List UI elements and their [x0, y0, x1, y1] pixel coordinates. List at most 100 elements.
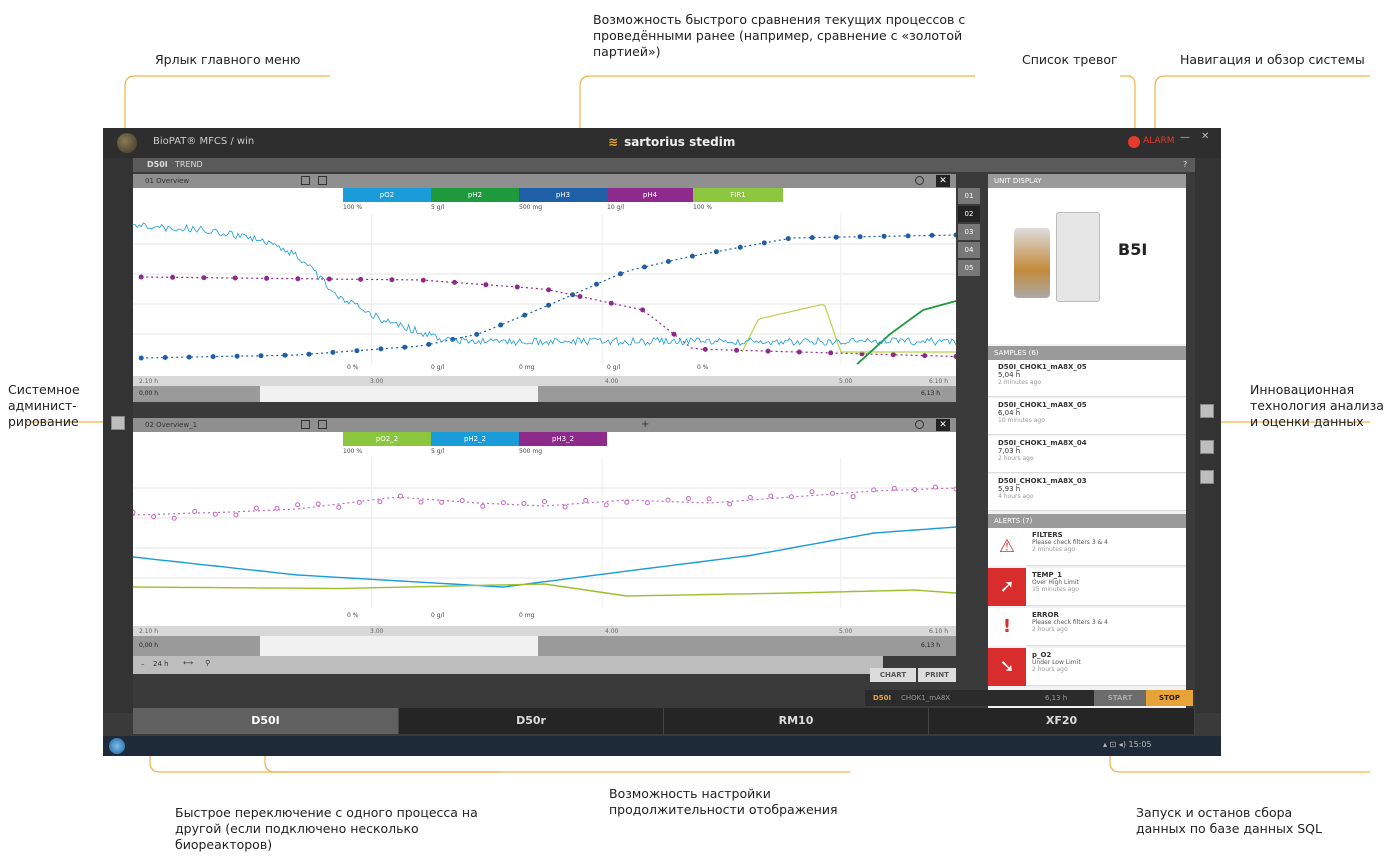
time-tick: 4.00	[605, 378, 618, 385]
legend-chip[interactable]: pH2_2	[431, 432, 519, 446]
brand-mark-icon: ≋	[608, 135, 618, 149]
sample-item[interactable]: D50I_CHOK1_mA8X_05 6,04 h 10 minutes ago	[988, 398, 1186, 435]
navigator-window[interactable]	[260, 636, 538, 656]
legend-unit: 5 g/l	[431, 448, 444, 455]
data-point	[515, 285, 519, 289]
data-point	[810, 236, 814, 240]
duration-value[interactable]: 24 h	[153, 660, 169, 668]
close-button[interactable]: ✕	[1201, 131, 1209, 142]
data-point	[359, 277, 363, 281]
data-point	[440, 500, 444, 504]
sample-item[interactable]: D50I_CHOK1_mA8X_03 5,93 h4 hours ago	[988, 474, 1186, 511]
chart-2-plot[interactable]	[133, 458, 956, 618]
annotation-sql-line: Запуск и останов сбора	[1136, 805, 1322, 821]
process-tab[interactable]: D50I	[133, 708, 399, 734]
legend-chip[interactable]: pH3_2	[519, 432, 607, 446]
data-point	[789, 495, 793, 499]
data-point	[786, 237, 790, 241]
alert-item[interactable]: ➚ TEMP_1 Over High Limit 15 minutes ago	[988, 568, 1186, 606]
save-icon[interactable]	[301, 176, 310, 185]
alert-item[interactable]: ⚠ FILTERS Please check filters 3 & 42 minu…	[988, 528, 1186, 566]
process-tabs: D50I D50r RM10 XF20	[133, 708, 1195, 734]
chart-1-close-button[interactable]: ✕	[936, 175, 950, 187]
time-tick: 5.00	[839, 378, 852, 385]
annotation-navigation: Навигация и обзор системы	[1180, 52, 1365, 68]
chart-2-zero-labels: 0 % 0 g/l 0 mg	[133, 612, 956, 622]
batch-tab[interactable]: 04	[958, 242, 980, 258]
batch-tab[interactable]: 05	[958, 260, 980, 276]
annotation-innovative-line: технология анализа	[1250, 398, 1384, 414]
annotation-sql: Запуск и останов сбора данных по базе да…	[1136, 805, 1322, 837]
legend-chip[interactable]: pH4	[607, 188, 693, 202]
settings-icon[interactable]	[915, 420, 924, 429]
sample-item[interactable]: D50I_CHOK1_mA8X_05 5,04 h2 minutes ago	[988, 360, 1186, 397]
batch-tab[interactable]: 01	[958, 188, 980, 204]
annotation-alarm-list: Список тревог	[1022, 52, 1118, 68]
process-tab[interactable]: D50r	[399, 708, 664, 734]
legend-chip[interactable]: pH3	[519, 188, 607, 202]
brand-name: sartorius stedim	[624, 135, 735, 149]
alarm-icon[interactable]	[1128, 136, 1140, 148]
zero-label: 0 mg	[519, 612, 534, 619]
save-icon[interactable]	[301, 420, 310, 429]
legend-chip[interactable]: pO2	[343, 188, 431, 202]
duration-icon[interactable]: –	[141, 660, 145, 668]
unit-display-header: UNIT DISPLAY	[988, 174, 1186, 188]
unit-display[interactable]: B5I	[988, 188, 1186, 344]
chart-1-title: 01 Overview	[145, 177, 189, 185]
data-point	[233, 276, 237, 280]
report-icon[interactable]	[1200, 470, 1214, 484]
chart-2-navigator[interactable]: 0,00 h 6,13 h	[133, 636, 956, 656]
data-point	[578, 295, 582, 299]
data-point	[954, 487, 956, 491]
chart-button[interactable]: CHART	[870, 668, 916, 682]
windows-start-icon[interactable]	[109, 738, 125, 754]
batch-tab[interactable]: 03	[958, 224, 980, 240]
legend-chip[interactable]: FIR1	[693, 188, 783, 202]
link-icon[interactable]: ⚲	[205, 659, 210, 667]
data-point	[316, 502, 320, 506]
status-time: 6,13 h	[1045, 694, 1067, 702]
navigator-window[interactable]	[260, 386, 538, 402]
alert-item[interactable]: ! ERROR Please check filters 3 & 42 hours …	[988, 608, 1186, 646]
alarm-label[interactable]: ALARM	[1143, 136, 1175, 146]
data-point	[645, 501, 649, 505]
breadcrumb-unit[interactable]: D50I	[147, 160, 168, 169]
expand-icon[interactable]: ⟷	[183, 659, 193, 667]
chart-2-close-button[interactable]: ✕	[936, 419, 950, 431]
tray-clock: 15:05	[1129, 740, 1152, 749]
chart-panel-2: 02 Overview_1 + ✕ pO2_2 pH2_2 pH3_2 100 …	[133, 418, 956, 656]
sample-item[interactable]: D50I_CHOK1_mA8X_04 7,03 h2 hours ago	[988, 436, 1186, 473]
data-point	[337, 505, 341, 509]
system-admin-icon[interactable]	[111, 416, 125, 430]
start-button[interactable]: START	[1094, 690, 1146, 706]
legend-chip[interactable]: pO2_2	[343, 432, 431, 446]
alert-item[interactable]: ➘ p_O2 Under Low Limit 2 hours ago	[988, 648, 1186, 686]
analysis-tool-icon[interactable]	[1200, 404, 1214, 418]
breadcrumb-view[interactable]: TREND	[175, 160, 203, 169]
data-point	[427, 342, 431, 346]
add-channel-button[interactable]: +	[641, 419, 649, 430]
data-point	[254, 506, 258, 510]
window-icon[interactable]	[318, 420, 327, 429]
print-button[interactable]: PRINT	[918, 668, 956, 682]
main-menu-logo-icon[interactable]	[117, 133, 137, 153]
data-point	[690, 254, 694, 258]
process-tab[interactable]: RM10	[664, 708, 929, 734]
process-tab[interactable]: XF20	[929, 708, 1195, 734]
legend-chip[interactable]: pH2	[431, 188, 519, 202]
minimize-button[interactable]: —	[1180, 132, 1190, 143]
os-taskbar: ▴ ⊡ ◂) 15:05	[103, 736, 1221, 756]
settings-icon[interactable]	[915, 176, 924, 185]
stop-button[interactable]: STOP	[1146, 690, 1193, 706]
chart-1-plot[interactable]	[133, 214, 956, 372]
data-point	[152, 515, 156, 519]
chart-1-navigator[interactable]: 0,00 h 6,13 h	[133, 386, 956, 402]
batch-tab[interactable]: 02	[958, 206, 980, 222]
window-icon[interactable]	[318, 176, 327, 185]
help-button[interactable]: ?	[1183, 160, 1187, 169]
data-evaluation-icon[interactable]	[1200, 440, 1214, 454]
data-point	[666, 498, 670, 502]
legend-unit: 500 mg	[519, 448, 542, 455]
annotation-compare: Возможность быстрого сравнения текущих п…	[593, 12, 983, 60]
